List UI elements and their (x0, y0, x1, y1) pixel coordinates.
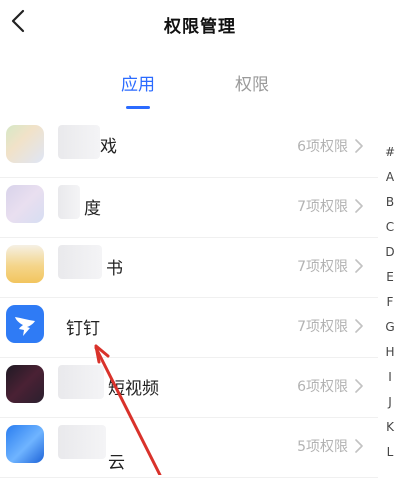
blurred-region (58, 125, 100, 159)
index-letter[interactable]: D (380, 240, 400, 265)
app-name: 云 (108, 453, 125, 473)
blurred-app-icon (6, 365, 44, 403)
index-letter[interactable]: I (380, 365, 400, 390)
permission-count: 7项权限 (297, 199, 348, 215)
app-name: 戏 (100, 137, 117, 157)
list-item[interactable]: 钉钉 7项权限 (0, 298, 378, 358)
blurred-app-icon (6, 425, 44, 463)
tab-apps[interactable]: 应用 (108, 70, 168, 95)
chevron-right-icon (355, 139, 363, 153)
blurred-app-icon (6, 125, 44, 163)
permission-count: 7项权限 (297, 319, 348, 335)
blurred-region (58, 365, 104, 399)
app-name: 短视频 (108, 379, 159, 399)
permission-count: 6项权限 (297, 139, 348, 155)
app-name: 钉钉 (66, 319, 100, 339)
permission-count: 5项权限 (297, 439, 348, 455)
index-letter[interactable]: G (380, 315, 400, 340)
app-name: 书 (106, 259, 123, 279)
dingtalk-icon (6, 305, 44, 343)
index-letter[interactable]: J (380, 390, 400, 415)
index-letter[interactable]: # (380, 140, 400, 165)
chevron-right-icon (355, 379, 363, 393)
index-letter[interactable]: F (380, 290, 400, 315)
alphabet-index[interactable]: # A B C D E F G H I J K L (380, 140, 400, 465)
chevron-right-icon (355, 199, 363, 213)
blurred-app-icon (6, 245, 44, 283)
blurred-region (58, 245, 102, 279)
index-letter[interactable]: K (380, 415, 400, 440)
permission-count: 7项权限 (297, 259, 348, 275)
chevron-right-icon (355, 439, 363, 453)
page-title: 权限管理 (164, 16, 236, 37)
blurred-region (58, 425, 106, 459)
app-permission-list: 戏 6项权限 度 7项权限 书 7项权限 钉钉 7项权限 短视频 6项权限 云 … (0, 118, 378, 478)
permission-count: 6项权限 (297, 379, 348, 395)
header-bar: 权限管理 (0, 0, 400, 48)
index-letter[interactable]: H (380, 340, 400, 365)
back-arrow-icon[interactable] (6, 8, 32, 34)
list-item[interactable]: 戏 6项权限 (0, 118, 378, 178)
tab-bar: 应用 权限 (0, 62, 400, 109)
tab-permissions[interactable]: 权限 (222, 70, 282, 95)
list-item[interactable]: 短视频 6项权限 (0, 358, 378, 418)
chevron-right-icon (355, 319, 363, 333)
list-item[interactable]: 度 7项权限 (0, 178, 378, 238)
app-name: 度 (84, 199, 101, 219)
index-letter[interactable]: A (380, 165, 400, 190)
blurred-region (58, 185, 80, 219)
index-letter[interactable]: B (380, 190, 400, 215)
chevron-right-icon (355, 259, 363, 273)
active-tab-indicator (126, 106, 150, 109)
index-letter[interactable]: E (380, 265, 400, 290)
index-letter[interactable]: C (380, 215, 400, 240)
blurred-app-icon (6, 185, 44, 223)
list-item[interactable]: 云 5项权限 (0, 418, 378, 478)
list-item[interactable]: 书 7项权限 (0, 238, 378, 298)
index-letter[interactable]: L (380, 440, 400, 465)
